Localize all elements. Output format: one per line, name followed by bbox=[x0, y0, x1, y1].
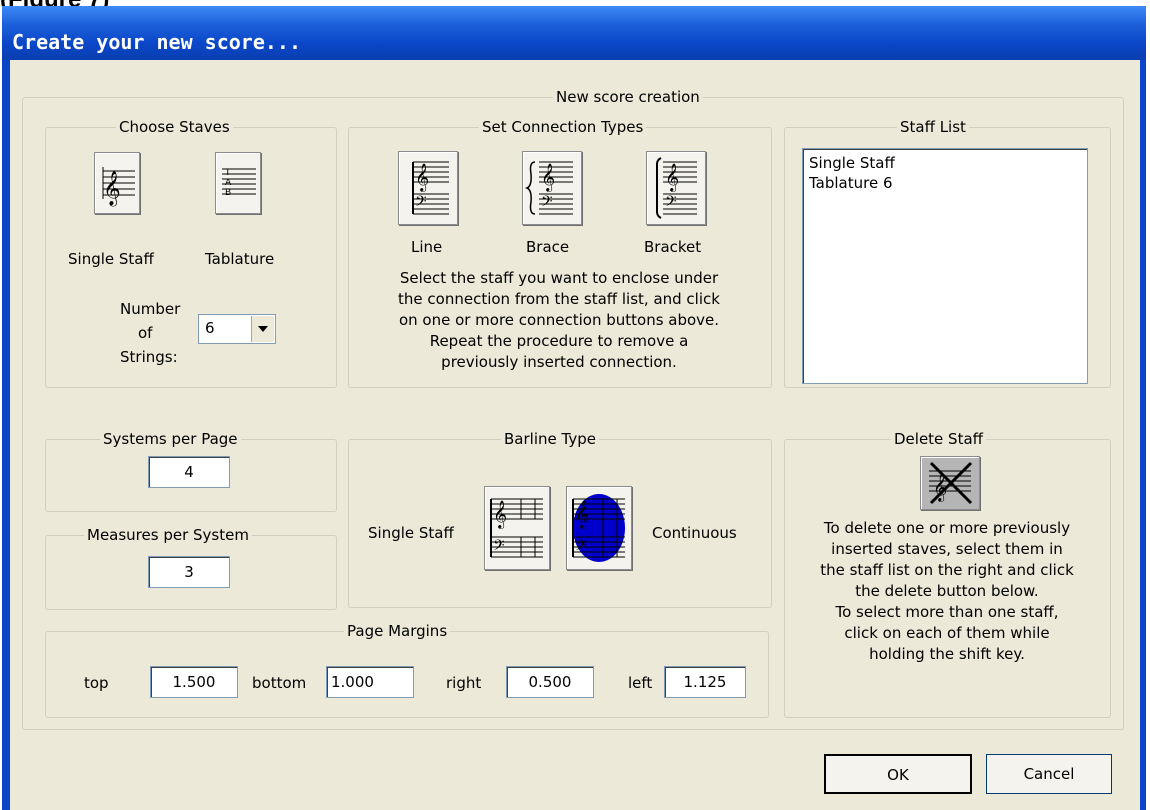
delete-instructions-line-4: the delete button below. bbox=[855, 582, 1039, 600]
brace-connection-icon: 𝄞 𝄢 bbox=[524, 161, 573, 215]
staff-list-item[interactable]: Single Staff bbox=[809, 153, 1081, 173]
margin-left-label: left bbox=[628, 674, 653, 692]
svg-text:𝄞: 𝄞 bbox=[575, 500, 589, 529]
page-margins-legend: Page Margins bbox=[347, 622, 448, 640]
chevron-down-icon bbox=[258, 326, 268, 332]
brace-connection-button[interactable]: 𝄞 𝄢 bbox=[522, 151, 582, 225]
connection-instructions-line-2: the connection from the staff list, and … bbox=[398, 290, 720, 308]
barline-continuous-label: Continuous bbox=[652, 524, 737, 542]
connection-instructions: Select the staff you want to enclose und… bbox=[356, 268, 762, 373]
delete-staff-instructions: To delete one or more previously inserte… bbox=[790, 518, 1104, 665]
tablature-label: Tablature bbox=[205, 250, 275, 268]
choose-staves-legend: Choose Staves bbox=[119, 118, 230, 136]
connection-instructions-line-1: Select the staff you want to enclose und… bbox=[399, 269, 719, 287]
svg-text:𝄢: 𝄢 bbox=[415, 193, 427, 214]
bracket-label: Bracket bbox=[644, 238, 702, 256]
barline-continuous-button[interactable]: 𝄞 𝄢 bbox=[566, 486, 632, 570]
line-label: Line bbox=[411, 238, 443, 256]
barline-single-staff-label: Single Staff bbox=[368, 524, 454, 542]
number-of-strings-label-1: Number bbox=[120, 300, 181, 318]
ok-button[interactable]: OK bbox=[824, 754, 972, 794]
svg-text:𝄞: 𝄞 bbox=[415, 163, 429, 192]
strings-dropdown[interactable]: 6 bbox=[198, 314, 276, 344]
delete-staff-button[interactable]: 𝄞 bbox=[920, 456, 980, 510]
delete-instructions-line-5: To select more than one staff, bbox=[835, 603, 1059, 621]
svg-text:𝄞: 𝄞 bbox=[933, 473, 947, 502]
single-staff-button[interactable]: 𝄞 bbox=[94, 152, 140, 214]
svg-text:𝄢: 𝄢 bbox=[665, 193, 677, 214]
brace-label: Brace bbox=[526, 238, 570, 256]
svg-text:𝄞: 𝄞 bbox=[103, 171, 121, 207]
connection-instructions-line-3: on one or more connection buttons above. bbox=[398, 311, 720, 329]
connection-instructions-line-5: previously inserted connection. bbox=[441, 353, 677, 371]
delete-instructions-line-3: the staff list on the right and click bbox=[820, 561, 1074, 579]
svg-text:𝄞: 𝄞 bbox=[493, 500, 507, 529]
margin-bottom-label: bottom bbox=[252, 674, 307, 692]
delete-instructions-line-2: inserted staves, select them in bbox=[831, 540, 1063, 558]
svg-text:𝄞: 𝄞 bbox=[665, 163, 679, 192]
number-of-strings-label-2: of bbox=[138, 324, 153, 342]
svg-text:𝄢: 𝄢 bbox=[541, 193, 553, 214]
svg-text:B: B bbox=[225, 188, 231, 198]
bracket-connection-icon: 𝄞 𝄢 bbox=[656, 157, 697, 219]
line-connection-button[interactable]: 𝄞 𝄢 bbox=[398, 151, 458, 225]
margin-right-label: right bbox=[446, 674, 482, 692]
tablature-icon: T A B bbox=[222, 168, 256, 198]
single-staff-label: Single Staff bbox=[68, 250, 154, 268]
margin-top-label: top bbox=[84, 674, 109, 692]
svg-text:𝄢: 𝄢 bbox=[493, 537, 505, 558]
delete-staff-legend: Delete Staff bbox=[894, 430, 983, 448]
dialog-client-area: New score creation Choose Staves 𝄞 T A B… bbox=[10, 60, 1140, 810]
connection-instructions-line-4: Repeat the procedure to remove a bbox=[429, 332, 689, 350]
new-score-creation-legend: New score creation bbox=[556, 88, 700, 106]
staff-list-legend: Staff List bbox=[900, 118, 966, 136]
systems-per-page-input[interactable]: 4 bbox=[148, 456, 230, 488]
delete-staff-icon: 𝄞 bbox=[929, 461, 973, 505]
measures-per-system-input[interactable]: 3 bbox=[148, 556, 230, 588]
barline-continuous-icon: 𝄞 𝄢 bbox=[572, 494, 625, 562]
delete-instructions-line-6: click on each of them while bbox=[844, 624, 1050, 642]
window-title: Create your new score... bbox=[12, 30, 301, 54]
window-left-border bbox=[2, 60, 10, 810]
number-of-strings-label-3: Strings: bbox=[120, 348, 178, 366]
svg-text:𝄞: 𝄞 bbox=[541, 163, 555, 192]
dialog-window: Create your new score... New score creat… bbox=[2, 6, 1146, 810]
bracket-connection-button[interactable]: 𝄞 𝄢 bbox=[646, 151, 706, 225]
barline-single-staff-button[interactable]: 𝄞 𝄢 bbox=[484, 486, 550, 570]
barline-single-staff-icon: 𝄞 𝄢 bbox=[490, 498, 543, 558]
systems-per-page-legend: Systems per Page bbox=[103, 430, 238, 448]
staff-list[interactable]: Single Staff Tablature 6 bbox=[802, 148, 1088, 384]
strings-dropdown-arrow[interactable] bbox=[251, 316, 274, 342]
svg-text:𝄢: 𝄢 bbox=[575, 537, 587, 558]
margin-left-input[interactable]: 1.125 bbox=[664, 666, 746, 698]
connection-types-legend: Set Connection Types bbox=[482, 118, 644, 136]
delete-instructions-line-7: holding the shift key. bbox=[869, 645, 1025, 663]
margin-right-input[interactable]: 0.500 bbox=[506, 666, 594, 698]
measures-per-system-legend: Measures per System bbox=[87, 526, 249, 544]
line-connection-icon: 𝄞 𝄢 bbox=[412, 161, 449, 215]
margin-bottom-input[interactable]: 1.000 bbox=[326, 666, 414, 698]
barline-type-group: Barline Type bbox=[348, 430, 772, 608]
delete-instructions-line-1: To delete one or more previously bbox=[823, 519, 1071, 537]
title-bar[interactable]: Create your new score... bbox=[2, 6, 1146, 60]
tablature-button[interactable]: T A B bbox=[215, 152, 261, 214]
staff-list-item[interactable]: Tablature 6 bbox=[809, 173, 1081, 193]
svg-text:A: A bbox=[225, 178, 232, 188]
barline-type-legend: Barline Type bbox=[504, 430, 596, 448]
strings-dropdown-value: 6 bbox=[205, 319, 215, 337]
margin-top-input[interactable]: 1.500 bbox=[150, 666, 238, 698]
cancel-button[interactable]: Cancel bbox=[986, 754, 1112, 794]
window-right-border bbox=[1140, 60, 1146, 810]
svg-text:T: T bbox=[224, 168, 231, 178]
single-staff-icon: 𝄞 bbox=[102, 167, 135, 207]
